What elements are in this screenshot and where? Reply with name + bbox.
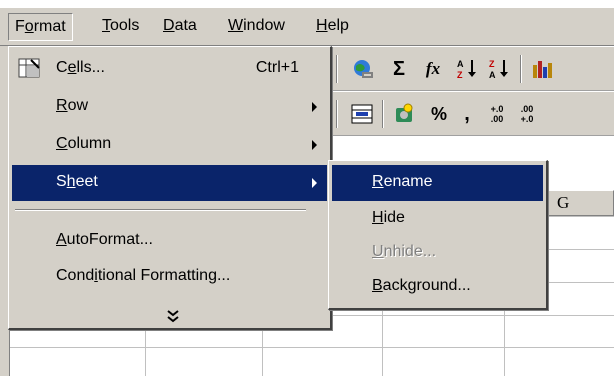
currency-icon[interactable] bbox=[392, 102, 418, 126]
menu-item-conditional-formatting[interactable]: Conditional Formatting... bbox=[12, 259, 327, 295]
format-cells-icon bbox=[18, 57, 42, 92]
toolbar-separator bbox=[336, 55, 338, 83]
menu-item-label: Sheet bbox=[56, 173, 98, 190]
menu-item-sheet[interactable]: Sheet bbox=[12, 165, 327, 201]
sheet-submenu: Rename Hide Unhide... Background... bbox=[328, 160, 548, 310]
menu-data[interactable]: Data bbox=[157, 13, 203, 41]
mnemonic-letter: T bbox=[102, 17, 110, 34]
mnemonic-letter: D bbox=[163, 17, 175, 34]
menu-window[interactable]: Window bbox=[222, 13, 291, 41]
menu-item-unhide[interactable]: Unhide... bbox=[332, 235, 543, 271]
menu-help[interactable]: Help bbox=[310, 13, 355, 41]
merge-center-icon[interactable] bbox=[350, 102, 376, 126]
svg-text:A: A bbox=[457, 59, 464, 69]
mnemonic-letter: H bbox=[316, 17, 328, 34]
svg-text:Z: Z bbox=[489, 59, 495, 69]
mnemonic-letter: R bbox=[372, 173, 384, 190]
menu-item-rename[interactable]: Rename bbox=[332, 165, 543, 201]
grid-line bbox=[10, 347, 614, 348]
menu-tools[interactable]: Tools bbox=[96, 13, 145, 41]
submenu-arrow-icon bbox=[312, 140, 317, 150]
mnemonic-letter: R bbox=[56, 97, 68, 114]
menu-expand-button[interactable] bbox=[12, 293, 327, 329]
toolbar-separator bbox=[336, 100, 338, 128]
formatting-toolbar: % , +.0 .00 .00 +.0 bbox=[330, 92, 614, 136]
menu-item-label: AutoFormat... bbox=[56, 231, 153, 248]
percent-icon[interactable]: % bbox=[426, 102, 452, 126]
menu-item-label: Row bbox=[56, 97, 89, 114]
menu-item-hide[interactable]: Hide bbox=[332, 201, 543, 237]
mnemonic-letter: e bbox=[67, 59, 77, 76]
mnemonic-letter: U bbox=[372, 243, 384, 260]
mnemonic-letter: C bbox=[56, 135, 68, 152]
menu-item-label: Hide bbox=[372, 209, 405, 226]
mnemonic-letter: B bbox=[372, 277, 383, 294]
chart-wizard-icon[interactable] bbox=[530, 57, 556, 81]
menu-separator bbox=[15, 209, 306, 211]
increase-decimal-top: +.0 bbox=[490, 104, 504, 114]
menu-item-column[interactable]: Column bbox=[12, 127, 327, 163]
menu-item-label: Unhide... bbox=[372, 243, 437, 260]
toolbar-separator bbox=[520, 55, 522, 83]
standard-toolbar: Σ fx AZ ZA bbox=[330, 47, 614, 91]
svg-text:A: A bbox=[489, 70, 496, 80]
svg-text:Z: Z bbox=[457, 70, 463, 80]
menu-item-label: Cells... bbox=[56, 59, 105, 76]
web-globe-icon[interactable] bbox=[350, 57, 376, 81]
format-menu: Cells... Ctrl+1 Row Column Sheet AutoFor… bbox=[8, 46, 332, 330]
mnemonic-letter: A bbox=[56, 231, 67, 248]
autosum-icon[interactable]: Σ bbox=[386, 57, 412, 81]
mnemonic-letter: h bbox=[66, 173, 76, 190]
menu-item-label: Background... bbox=[372, 277, 471, 294]
increase-decimal-bottom: .00 bbox=[490, 114, 504, 124]
menu-item-label: Conditional Formatting... bbox=[56, 267, 231, 284]
mnemonic-letter: i bbox=[94, 267, 98, 284]
decrease-decimal-bottom: +.0 bbox=[520, 114, 534, 124]
mnemonic-letter: W bbox=[228, 17, 244, 34]
menu-item-row[interactable]: Row bbox=[12, 89, 327, 125]
toolbar-separator bbox=[382, 100, 384, 128]
mnemonic-letter: o bbox=[24, 18, 34, 35]
menu-item-label: Column bbox=[56, 135, 112, 152]
column-header-g[interactable]: G bbox=[540, 190, 614, 216]
comma-icon[interactable]: , bbox=[454, 102, 480, 126]
chevron-double-down-icon bbox=[167, 302, 179, 336]
menu-item-background[interactable]: Background... bbox=[332, 269, 543, 305]
menu-item-autoformat[interactable]: AutoFormat... bbox=[12, 223, 327, 259]
increase-decimal-icon[interactable]: +.0 .00 bbox=[484, 102, 510, 126]
menu-item-cells[interactable]: Cells... Ctrl+1 bbox=[12, 51, 327, 87]
decrease-decimal-icon[interactable]: .00 +.0 bbox=[514, 102, 540, 126]
menu-item-shortcut: Ctrl+1 bbox=[255, 59, 299, 76]
sort-descending-icon[interactable]: ZA bbox=[486, 57, 512, 81]
sort-ascending-icon[interactable]: AZ bbox=[454, 57, 480, 81]
function-icon[interactable]: fx bbox=[420, 57, 446, 81]
submenu-arrow-icon bbox=[312, 102, 317, 112]
menu-format[interactable]: Format bbox=[8, 13, 73, 41]
mnemonic-letter: H bbox=[372, 209, 384, 226]
submenu-arrow-icon bbox=[312, 178, 317, 188]
menu-item-label: Rename bbox=[372, 173, 433, 190]
decrease-decimal-top: .00 bbox=[520, 104, 534, 114]
menu-bar: Format Tools Data Window Help bbox=[0, 8, 614, 46]
excel-window: Format Tools Data Window Help Σ fx AZ ZA bbox=[0, 0, 614, 376]
